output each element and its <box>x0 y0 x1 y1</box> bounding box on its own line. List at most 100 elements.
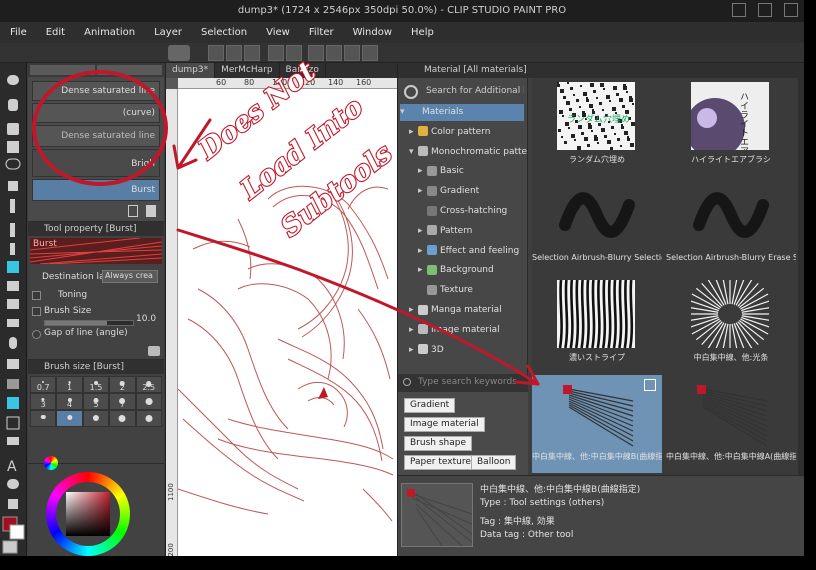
material-tree-item[interactable]: ▸ Manga material <box>409 302 524 319</box>
clear-outside-icon[interactable] <box>326 45 342 61</box>
material-item[interactable]: 中白集中線、他:中白集中線B(曲線指定) <box>532 375 662 473</box>
brush-size-option[interactable]: 4 <box>56 393 83 410</box>
collapse-arrow-icon[interactable]: ▾ <box>409 144 418 161</box>
search-additional-materials[interactable]: Search for Additional Mat <box>400 82 524 102</box>
brush-size-option[interactable]: 2.5 <box>135 376 162 393</box>
delete-subtool-icon[interactable] <box>146 205 156 217</box>
material-item[interactable]: 中白集中線、他:光条 <box>666 274 796 374</box>
material-tree-item[interactable]: ▸ Effect and feeling <box>418 243 524 260</box>
minimize-button[interactable] <box>732 3 746 17</box>
material-tree-item[interactable]: ▸ Image material <box>409 322 524 339</box>
material-item[interactable]: Selection Airbrush-Blurry Erase Selectio… <box>666 177 796 275</box>
brush-size-option[interactable]: 1 <box>56 376 83 393</box>
tag-button[interactable]: Image material <box>404 417 485 432</box>
brush-size-option[interactable] <box>135 410 162 427</box>
close-button[interactable] <box>784 3 798 17</box>
brush-size-option[interactable]: 2 <box>109 376 136 393</box>
menu-item[interactable]: Layer <box>154 27 182 38</box>
collapse-arrow-icon[interactable]: ▾ <box>400 104 409 121</box>
material-tree-item[interactable]: ▸ Color pattern <box>409 124 524 141</box>
canvas-tab[interactable]: dump3* <box>166 63 216 78</box>
brush-size-option[interactable] <box>82 410 110 427</box>
material-item[interactable]: ハイライトエアブラシ ハイライトエアブラシ <box>666 78 796 182</box>
brush-size-option[interactable] <box>109 410 136 427</box>
settings-icon[interactable] <box>148 346 160 356</box>
brush-size-option[interactable]: 7 <box>109 393 136 410</box>
canvas-tab[interactable]: MerMcHarp <box>215 63 280 78</box>
tag-button[interactable]: Paper texture <box>404 455 477 470</box>
brush-size-option[interactable] <box>30 410 57 427</box>
tag-button[interactable]: Balloon <box>471 455 517 470</box>
brush-size-checkbox[interactable] <box>32 307 41 316</box>
material-tree-item[interactable]: ▸ Pattern <box>418 223 524 240</box>
material-tree-item[interactable]: ▸ Background <box>418 262 524 279</box>
material-tree-item[interactable]: ▸ 3D <box>409 342 524 359</box>
expand-arrow-icon[interactable]: ▸ <box>418 163 427 180</box>
material-item[interactable]: ランダム穴埋め ランダム穴埋め <box>532 78 662 176</box>
brush-size-option[interactable] <box>56 410 83 427</box>
material-item[interactable]: Selection Airbrush-Blurry Selection Pen <box>532 177 662 275</box>
material-tree-item[interactable]: ▸ Gradient <box>418 183 524 200</box>
expand-arrow-icon[interactable]: ▸ <box>418 183 427 200</box>
color-wheel[interactable] <box>46 472 130 556</box>
material-tree-item[interactable]: ▾ Materials <box>400 104 524 121</box>
destination-layer-dropdown[interactable]: Always crea <box>102 270 158 283</box>
menu-item[interactable]: Edit <box>46 27 65 38</box>
clear-icon[interactable] <box>308 45 324 61</box>
brush-size-option[interactable] <box>135 393 162 410</box>
undo-icon[interactable] <box>268 45 284 61</box>
clip-studio-logo-icon[interactable] <box>168 45 190 61</box>
expand-arrow-icon[interactable]: ▸ <box>418 262 427 279</box>
copy-subtool-icon[interactable] <box>128 205 138 217</box>
material-grid-scrollbar[interactable] <box>798 78 804 475</box>
sub-tool-tab[interactable] <box>30 65 95 75</box>
maximize-button[interactable] <box>758 3 772 17</box>
sub-tool-item[interactable]: Dense saturated line <box>32 81 160 101</box>
menu-item[interactable]: Selection <box>201 27 247 38</box>
material-tree-item[interactable]: ▾ Monochromatic pattern <box>409 144 527 161</box>
expand-arrow-icon[interactable]: ▸ <box>418 223 427 240</box>
expand-arrow-icon[interactable]: ▸ <box>409 302 418 319</box>
brush-size-option[interactable]: 3 <box>30 393 57 410</box>
new-file-icon[interactable] <box>208 45 224 61</box>
menu-item[interactable]: Animation <box>84 27 135 38</box>
canvas-paper[interactable] <box>178 89 398 556</box>
sub-tool-item[interactable]: Dense saturated line <box>32 125 160 147</box>
brush-size-option[interactable]: 1.5 <box>82 376 110 393</box>
color-wheel-tab-icon[interactable] <box>44 456 58 470</box>
material-item[interactable]: 中白集中線、他:中白集中線A(曲線指定) <box>666 375 796 473</box>
sub-tool-item[interactable]: Brigh <box>32 149 160 177</box>
expand-arrow-icon[interactable]: ▸ <box>409 322 418 339</box>
sub-tool-tab[interactable] <box>97 65 162 75</box>
material-item[interactable]: 濃いストライプ <box>532 276 662 374</box>
canvas-tab[interactable]: Bangzo <box>280 63 326 78</box>
open-material-icon[interactable] <box>644 379 656 391</box>
menu-item[interactable]: File <box>10 27 27 38</box>
tag-button[interactable]: Brush shape <box>404 436 472 451</box>
save-icon[interactable] <box>244 45 260 61</box>
fill-icon[interactable] <box>344 45 360 61</box>
material-tree-item[interactable]: Cross-hatching <box>418 203 524 220</box>
brush-size-option[interactable]: 5 <box>82 393 110 410</box>
menu-item[interactable]: Filter <box>309 27 334 38</box>
gap-of-line-radio[interactable] <box>32 330 41 339</box>
toning-checkbox[interactable] <box>32 291 41 300</box>
expand-arrow-icon[interactable]: ▸ <box>409 124 418 141</box>
sub-tool-item[interactable]: (curve) <box>32 103 160 123</box>
material-tree-item[interactable]: ▸ Basic <box>418 163 524 180</box>
material-tree-item[interactable]: Texture <box>418 282 524 299</box>
tag-button[interactable]: Gradient <box>404 398 456 413</box>
transform-icon[interactable] <box>362 45 378 61</box>
brush-size-slider[interactable] <box>44 320 134 326</box>
redo-icon[interactable] <box>286 45 302 61</box>
saturation-value-square[interactable] <box>66 492 110 536</box>
expand-arrow-icon[interactable]: ▸ <box>409 342 418 359</box>
menu-item[interactable]: View <box>266 27 290 38</box>
open-file-icon[interactable] <box>226 45 242 61</box>
menu-item[interactable]: Help <box>411 27 434 38</box>
sub-tool-item-selected[interactable]: Burst <box>32 179 160 201</box>
keyword-search-input[interactable]: Type search keywords <box>398 374 528 392</box>
brush-size-option[interactable]: 0.7 <box>30 376 57 393</box>
menu-item[interactable]: Window <box>353 27 392 38</box>
expand-arrow-icon[interactable]: ▸ <box>418 243 427 260</box>
